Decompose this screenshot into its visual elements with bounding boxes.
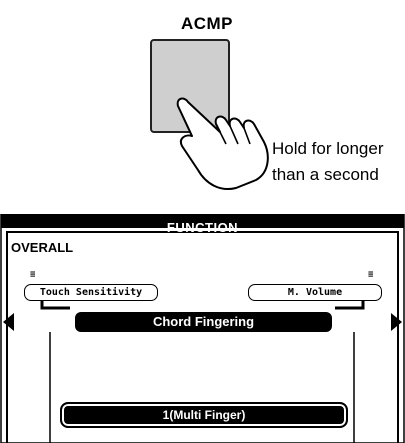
function-item-right[interactable]: M. Volume [248,284,382,301]
pressing-hand-icon [176,97,269,190]
hold-instruction: Hold for longer than a second [272,136,384,188]
function-value[interactable]: 1(Multi Finger) [60,402,348,428]
lcd-title: FUNCTION [166,220,239,235]
lcd-category: OVERALL [11,240,74,255]
tick-left: ≡ [30,270,36,280]
function-item-selected[interactable]: Chord Fingering [75,312,332,332]
acmp-label: ACMP [180,14,234,33]
function-item-left[interactable]: Touch Sensitivity [24,284,158,301]
tick-right: ≡ [368,270,374,280]
hint-line-2: than a second [272,165,379,184]
hint-line-1: Hold for longer [272,139,384,158]
